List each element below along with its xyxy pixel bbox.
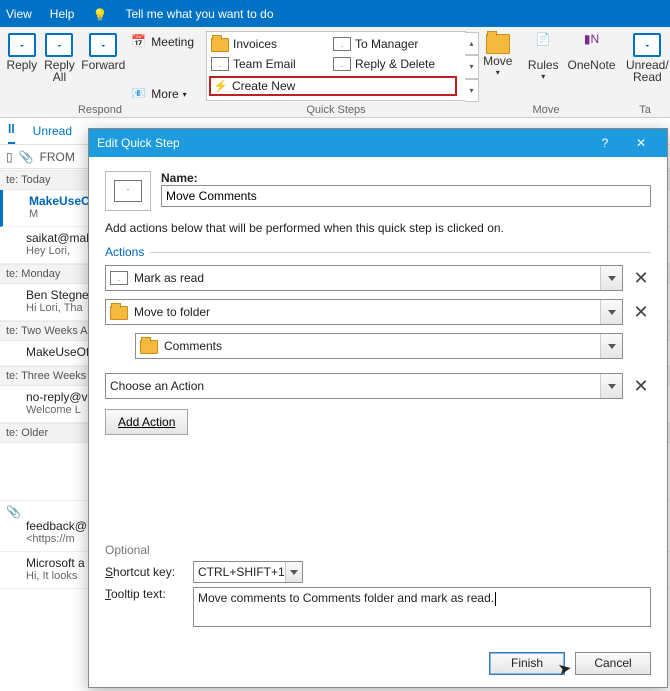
- instruction-text: Add actions below that will be performed…: [105, 221, 651, 235]
- attachment-icon[interactable]: 📎: [19, 150, 34, 164]
- bolt-icon: ⚡: [213, 79, 228, 93]
- help-button[interactable]: ?: [587, 129, 623, 157]
- tooltip-label: Tooltip text:: [105, 587, 185, 601]
- optional-label: Optional: [105, 543, 651, 557]
- quicksteps-gallery[interactable]: Invoices To Manager Team Email Reply & D…: [206, 31, 466, 101]
- qs-create-new[interactable]: ⚡Create New: [209, 76, 457, 96]
- tooltip-input[interactable]: Move comments to Comments folder and mar…: [193, 587, 651, 627]
- envelope-icon: [633, 33, 661, 57]
- bulb-icon: 💡: [92, 8, 107, 22]
- delete-action-3[interactable]: ✕: [631, 376, 651, 396]
- reply-icon: [8, 33, 36, 57]
- envelope-icon: [114, 180, 142, 202]
- qs-to-manager[interactable]: To Manager: [331, 36, 449, 52]
- attachment-icon: 📎: [6, 505, 21, 519]
- chevron-down-icon[interactable]: [285, 562, 302, 582]
- tags-label: Ta: [626, 104, 664, 116]
- ribbon-respond: Reply Reply All Forward 📅Meeting 📧More ▾…: [0, 27, 200, 117]
- name-label: Name:: [161, 171, 651, 185]
- unread-read-button[interactable]: Unread/ Read: [626, 31, 669, 101]
- tab-all[interactable]: ll: [8, 118, 15, 144]
- onenote-button[interactable]: ▮NOneNote: [569, 31, 614, 101]
- folder-icon: [486, 34, 510, 54]
- add-action-button[interactable]: Add Action: [105, 409, 188, 435]
- more-button[interactable]: 📧More ▾: [131, 85, 194, 103]
- chevron-down-icon[interactable]: [600, 266, 622, 290]
- forward-button[interactable]: Forward: [81, 31, 125, 101]
- edit-quick-step-dialog: Edit Quick Step ? ✕ Name: Add actions be…: [88, 128, 668, 688]
- chevron-down-icon[interactable]: [600, 374, 622, 398]
- folder-icon: [211, 38, 229, 52]
- cursor-icon: ➤: [556, 658, 573, 680]
- envelope-icon: [333, 57, 351, 71]
- qs-team-email[interactable]: Team Email: [209, 56, 327, 72]
- ribbon: Reply Reply All Forward 📅Meeting 📧More ▾…: [0, 27, 670, 118]
- shortcut-combo[interactable]: CTRL+SHIFT+1: [193, 561, 303, 583]
- meeting-button[interactable]: 📅Meeting: [131, 33, 194, 51]
- dialog-title: Edit Quick Step: [97, 136, 180, 150]
- more-icon: 📧: [131, 86, 147, 102]
- menu-view[interactable]: View: [6, 7, 32, 21]
- mark-read-icon: [110, 271, 128, 285]
- reply-all-button[interactable]: Reply All: [44, 31, 76, 101]
- actions-header: Actions: [105, 245, 144, 259]
- reply-all-icon: [45, 33, 73, 57]
- name-input[interactable]: [161, 185, 651, 207]
- chevron-down-icon[interactable]: [600, 300, 622, 324]
- dialog-titlebar[interactable]: Edit Quick Step ? ✕: [89, 129, 667, 157]
- ribbon-move: Move▾ 📄Rules▾ ▮NOneNote Move: [472, 27, 620, 117]
- shortcut-label: Shortcut key:: [105, 565, 185, 579]
- envelope-icon: [211, 57, 229, 71]
- action-1-combo[interactable]: Mark as read: [105, 265, 623, 291]
- action-2-combo[interactable]: Move to folder: [105, 299, 623, 325]
- action-2-folder-combo[interactable]: Comments: [135, 333, 623, 359]
- close-button[interactable]: ✕: [623, 129, 659, 157]
- forward-icon: [89, 33, 117, 57]
- folder-icon: [110, 306, 128, 320]
- text-caret: [495, 592, 496, 606]
- move-button[interactable]: Move▾: [478, 31, 518, 101]
- reply-button[interactable]: Reply: [6, 31, 38, 101]
- quickstep-icon-picker[interactable]: [105, 171, 151, 211]
- ribbon-tags: Unread/ Read Ta: [620, 27, 670, 117]
- menu-help[interactable]: Help: [50, 7, 75, 21]
- cancel-button[interactable]: Cancel: [575, 652, 651, 675]
- delete-action-1[interactable]: ✕: [631, 268, 651, 288]
- rules-icon: 📄: [529, 33, 557, 57]
- select-icon[interactable]: ▯: [6, 150, 13, 164]
- qs-reply-delete[interactable]: Reply & Delete: [331, 56, 449, 72]
- onenote-icon: ▮N: [578, 33, 606, 57]
- tell-me[interactable]: 💡Tell me what you want to do: [92, 7, 291, 21]
- tab-unread[interactable]: Unread: [33, 120, 72, 144]
- ribbon-quicksteps: Invoices To Manager Team Email Reply & D…: [200, 27, 472, 117]
- calendar-icon: 📅: [131, 34, 147, 50]
- folder-icon: [140, 340, 158, 354]
- action-3-combo[interactable]: Choose an Action: [105, 373, 623, 399]
- respond-label: Respond: [6, 104, 194, 116]
- finish-button[interactable]: Finish: [489, 652, 565, 675]
- quicksteps-label: Quick Steps: [206, 104, 466, 116]
- filter-from[interactable]: FROM: [40, 150, 75, 164]
- move-label: Move: [478, 104, 614, 116]
- qs-invoices[interactable]: Invoices: [209, 36, 327, 52]
- qs-scroll[interactable]: ▴▾▾: [465, 32, 479, 102]
- envelope-icon: [333, 37, 351, 51]
- chevron-down-icon[interactable]: [600, 334, 622, 358]
- menubar: View Help 💡Tell me what you want to do: [0, 0, 670, 27]
- rules-button[interactable]: 📄Rules▾: [524, 31, 564, 101]
- delete-action-2[interactable]: ✕: [631, 302, 651, 322]
